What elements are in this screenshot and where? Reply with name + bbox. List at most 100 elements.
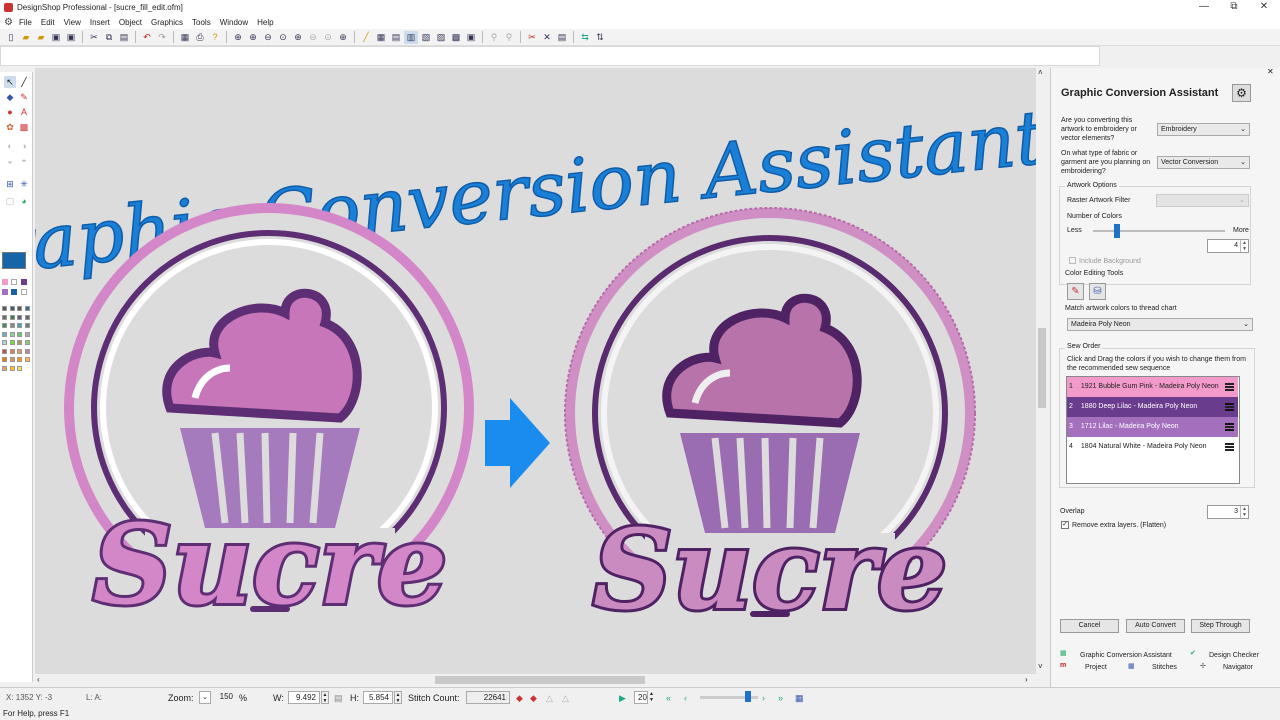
menu-window[interactable]: Window [220,18,248,27]
view-toggle-icon[interactable]: ▣ [464,31,478,44]
node-edit-icon[interactable]: ◆ [4,91,16,103]
palette-swatch[interactable] [17,340,22,345]
help-icon[interactable]: ? [208,31,222,44]
fabric-type-select[interactable]: Vector Conversion ⌄ [1157,156,1250,169]
palette-swatch[interactable] [2,323,7,328]
select-icon[interactable]: ↖ [4,76,16,88]
thread-chart-select[interactable]: Madeira Poly Neon ⌄ [1067,318,1253,331]
fill-icon[interactable]: ▩ [18,121,30,133]
tab-design-checker[interactable]: Design Checker [1209,652,1259,659]
stitch-slider-thumb[interactable] [745,691,751,702]
auto-convert-button[interactable]: Auto Convert [1126,619,1185,633]
scroll-thumb[interactable] [1038,328,1046,408]
text-tool-icon[interactable]: A [18,106,30,118]
conversion-type-select[interactable]: Embroidery ⌄ [1157,123,1250,136]
menu-edit[interactable]: Edit [41,18,55,27]
open-folder-icon[interactable]: ▰ [34,31,48,44]
palette-swatch[interactable] [2,365,7,371]
lock-icon[interactable]: ▤ [334,693,343,704]
transform-icon[interactable]: ⇆ [578,31,592,44]
remove-layers-checkbox[interactable]: ✓ [1061,521,1069,529]
menu-view[interactable]: View [64,18,81,27]
num-colors-slider[interactable] [1093,224,1225,238]
palette-swatch[interactable] [2,306,7,311]
palette-swatch[interactable] [24,331,30,337]
palette-swatch[interactable] [9,306,15,311]
stop-left-icon[interactable]: ◆ [516,693,523,704]
step-back-icon[interactable]: ‹ [684,693,687,703]
palette-color-5[interactable] [11,289,17,295]
spinner-arrows-icon[interactable]: ▲ ▼ [1240,506,1248,518]
speed-field[interactable]: 20 [634,691,648,704]
height-field[interactable]: 5.854 [363,691,393,704]
menu-file[interactable]: File [19,18,32,27]
menu-help[interactable]: Help [257,18,273,27]
palette-swatch[interactable] [17,348,22,354]
step-forward-icon[interactable]: › [762,693,765,703]
palette-swatch[interactable] [9,348,15,354]
palette-swatch[interactable] [24,323,30,328]
warn-icon[interactable]: △ [546,693,553,704]
scroll-right-icon[interactable]: › [1025,675,1028,684]
line-tool-icon[interactable]: ╱ [18,76,30,88]
palette-swatch[interactable] [2,357,7,362]
stop-right-icon[interactable]: ◆ [530,693,537,704]
view-3d-icon[interactable]: ▨ [434,31,448,44]
scroll-down-icon[interactable]: ˅ [1038,662,1043,671]
width-field[interactable]: 9.492 [288,691,320,704]
palette-swatch[interactable] [17,365,22,371]
design-canvas[interactable]: Graphic Conversion Assistant Sucre Sucre [0,68,1050,674]
zoom-all-icon[interactable]: ⊕ [291,31,305,44]
palette-color-3[interactable] [21,279,27,285]
transform-tool-icon[interactable]: ⊞ [4,178,16,190]
stitch-grid-icon[interactable]: ▦ [795,693,804,704]
overlap-spinner[interactable]: 3 ▲ ▼ [1207,505,1249,519]
sew-order-item[interactable]: 3 1712 Lilac - Madeira Poly Neon [1067,417,1238,437]
zoom-in-icon[interactable]: ⊕ [246,31,260,44]
print-preview-icon[interactable]: ▦ [178,31,192,44]
rewind-icon[interactable]: « [666,693,671,703]
color-tool-icon[interactable]: ◕ [18,195,30,207]
tab-project[interactable]: Project [1085,664,1107,671]
palette-swatch[interactable] [24,348,30,354]
play-icon[interactable]: ▶ [619,693,626,704]
palette-swatch[interactable] [2,314,7,320]
cancel-button[interactable]: Cancel [1060,619,1119,633]
zoom-dropdown-icon[interactable]: ⌄ [199,691,211,704]
menu-object[interactable]: Object [119,18,142,27]
horizontal-scrollbar[interactable]: ‹ › [35,674,1036,686]
drag-handle-icon[interactable] [1225,443,1234,451]
scroll-left-icon[interactable]: ‹ [37,675,40,684]
spinner-arrows-icon[interactable]: ▲ ▼ [321,691,329,704]
print-icon[interactable]: ⎙ [193,31,207,44]
spinner-arrows-icon[interactable]: ▲ ▼ [1240,240,1248,252]
zoom-fit-icon[interactable]: ⊙ [276,31,290,44]
palette-swatch[interactable] [9,331,15,337]
palette-swatch[interactable] [9,314,15,320]
pen-icon[interactable]: ✎ [18,91,30,103]
raster-filter-select[interactable]: ⌄ [1156,194,1249,207]
view-outline-icon[interactable]: ▧ [419,31,433,44]
restore-button[interactable]: ⧉ [1220,0,1248,15]
step-through-button[interactable]: Step Through [1191,619,1250,633]
open-icon[interactable]: ▰ [19,31,33,44]
palette-swatch[interactable] [2,340,7,345]
vertical-scrollbar[interactable]: ˄ ˅ [1036,68,1048,674]
close-button[interactable]: ✕ [1250,0,1278,15]
palette-color-2[interactable] [11,279,17,285]
star-tool-icon[interactable]: ✳ [18,178,30,190]
undo-icon[interactable]: ↶ [140,31,154,44]
palette-swatch[interactable] [24,306,30,311]
view-grid-icon[interactable]: ▦ [374,31,388,44]
redo-icon[interactable]: ↷ [155,31,169,44]
palette-swatch[interactable] [17,331,22,337]
pan-icon[interactable]: ⊕ [336,31,350,44]
drag-handle-icon[interactable] [1225,403,1234,411]
warn-alt-icon[interactable]: △ [562,693,569,704]
view-fill-icon[interactable]: ▥ [404,30,418,44]
stitch-editor-icon[interactable]: ▤ [555,31,569,44]
zoom-value[interactable]: 150 [212,691,236,704]
palette-swatch[interactable] [24,357,30,362]
slider-thumb[interactable] [1113,224,1120,238]
palette-swatch[interactable] [24,314,30,320]
